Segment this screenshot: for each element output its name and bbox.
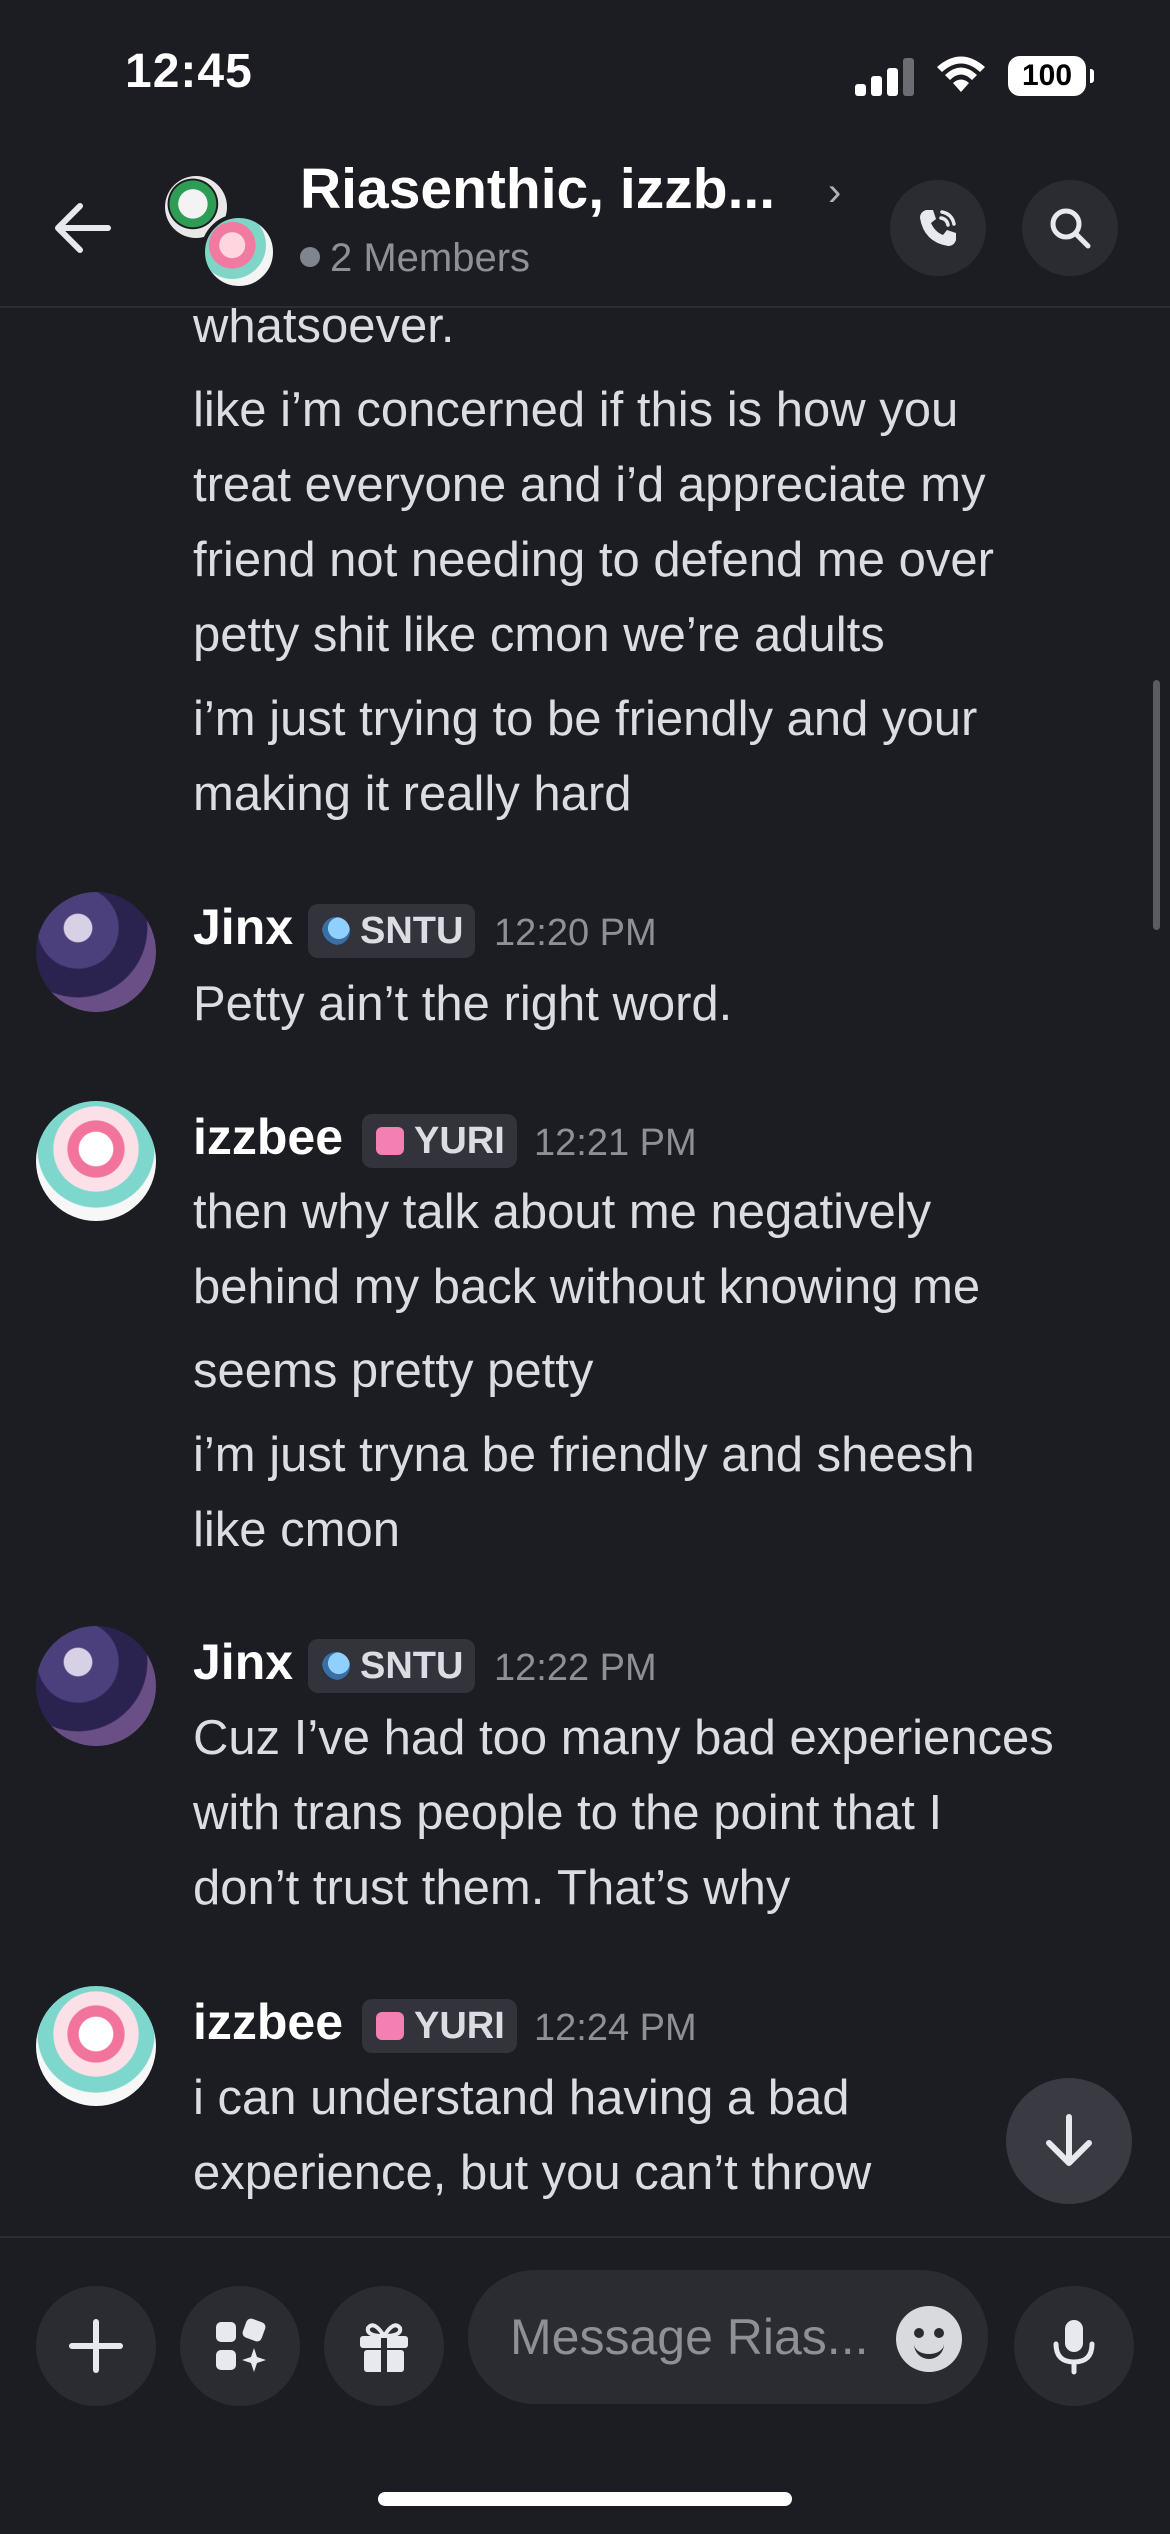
group-avatar[interactable] [165, 176, 277, 290]
message-line: seems pretty petty [193, 1344, 594, 1398]
plus-icon [69, 2319, 123, 2373]
message-line: friend not needing to defend me over [193, 533, 994, 587]
arrow-down-icon [1046, 2114, 1092, 2166]
apps-button[interactable] [180, 2286, 300, 2406]
avatar-jinx[interactable] [36, 892, 156, 1012]
avatar-jinx[interactable] [36, 1626, 156, 1746]
battery-indicator: 100 [1008, 56, 1094, 96]
member-count: 2 Members [300, 236, 530, 281]
message-input-placeholder: Message Rias... [510, 2309, 869, 2365]
message-line: experience, but you can’t throw [193, 2146, 872, 2200]
message-line: Cuz I’ve had too many bad experiences [193, 1711, 1054, 1765]
home-indicator[interactable] [378, 2492, 792, 2506]
apps-icon [216, 2318, 266, 2372]
status-time: 12:45 [125, 45, 253, 98]
message-line: like i’m concerned if this is how you [193, 383, 959, 437]
moon-icon [322, 917, 350, 945]
status-bar: 12:45 100 [0, 0, 1170, 150]
search-icon [1050, 208, 1091, 249]
message-composer: Message Rias... [0, 2236, 1170, 2534]
role-tag-label: SNTU [360, 910, 464, 952]
chevron-right-icon[interactable]: › [828, 170, 841, 215]
message-line: i’m just tryna be friendly and sheesh [193, 1428, 975, 1482]
message-line: i can understand having a bad [193, 2071, 850, 2125]
role-tag[interactable]: SNTU [308, 904, 476, 958]
message-line: like cmon [193, 1503, 400, 1557]
call-button[interactable] [890, 180, 986, 276]
back-arrow-icon[interactable] [52, 200, 112, 256]
gift-icon [360, 2323, 408, 2372]
wifi-icon [937, 56, 985, 92]
jump-to-bottom-button[interactable] [1006, 2078, 1132, 2204]
scrollbar[interactable] [1153, 680, 1160, 930]
message-list[interactable]: whatsoever. like i’m concerned if this i… [0, 306, 1170, 2236]
message-line: Petty ain’t the right word. [193, 977, 733, 1031]
member-count-label: 2 Members [330, 236, 531, 280]
heart-icon [376, 2012, 404, 2040]
cellular-signal-icon [855, 58, 915, 96]
search-button[interactable] [1022, 180, 1118, 276]
channel-header: Riasenthic, izzb... › 2 Members [0, 150, 1170, 308]
message-author[interactable]: izzbee [193, 1993, 343, 2051]
message-author[interactable]: Jinx [193, 1633, 293, 1691]
message-line: i’m just trying to be friendly and your [193, 692, 978, 746]
microphone-icon [1053, 2320, 1095, 2375]
message-timestamp: 12:20 PM [494, 912, 657, 954]
role-tag-label: SNTU [360, 1645, 464, 1687]
message-line: making it really hard [193, 767, 632, 821]
channel-title[interactable]: Riasenthic, izzb... [300, 156, 775, 222]
message-author[interactable]: Jinx [193, 898, 293, 956]
role-tag-label: YURI [414, 2005, 505, 2047]
message-timestamp: 12:24 PM [534, 2007, 697, 2049]
message-timestamp: 12:21 PM [534, 1122, 697, 1164]
message-line: petty shit like cmon we’re adults [193, 608, 885, 662]
message-line: treat everyone and i’d appreciate my [193, 458, 986, 512]
message-author[interactable]: izzbee [193, 1108, 343, 1166]
avatar-izzbee[interactable] [36, 1101, 156, 1221]
role-tag[interactable]: YURI [362, 1999, 517, 2053]
emoji-smile-shape [914, 2340, 944, 2359]
heart-icon [376, 1127, 404, 1155]
message-input[interactable]: Message Rias... [468, 2270, 988, 2404]
avatar-izzbee [201, 214, 277, 290]
role-tag-label: YURI [414, 1120, 505, 1162]
message-line: then why talk about me negatively [193, 1185, 932, 1239]
call-icon [920, 210, 956, 246]
member-dot-icon [300, 247, 320, 267]
emoji-icon[interactable] [896, 2306, 962, 2372]
message-line: don’t trust them. That’s why [193, 1861, 791, 1915]
message-line: with trans people to the point that I [193, 1786, 943, 1840]
message-timestamp: 12:22 PM [494, 1647, 657, 1689]
attach-button[interactable] [36, 2286, 156, 2406]
avatar-izzbee[interactable] [36, 1986, 156, 2106]
gift-button[interactable] [324, 2286, 444, 2406]
moon-icon [322, 1652, 350, 1680]
message-line: whatsoever. [193, 306, 455, 353]
role-tag[interactable]: SNTU [308, 1639, 476, 1693]
role-tag[interactable]: YURI [362, 1114, 517, 1168]
voice-message-button[interactable] [1014, 2286, 1134, 2406]
message-line: behind my back without knowing me [193, 1260, 981, 1314]
